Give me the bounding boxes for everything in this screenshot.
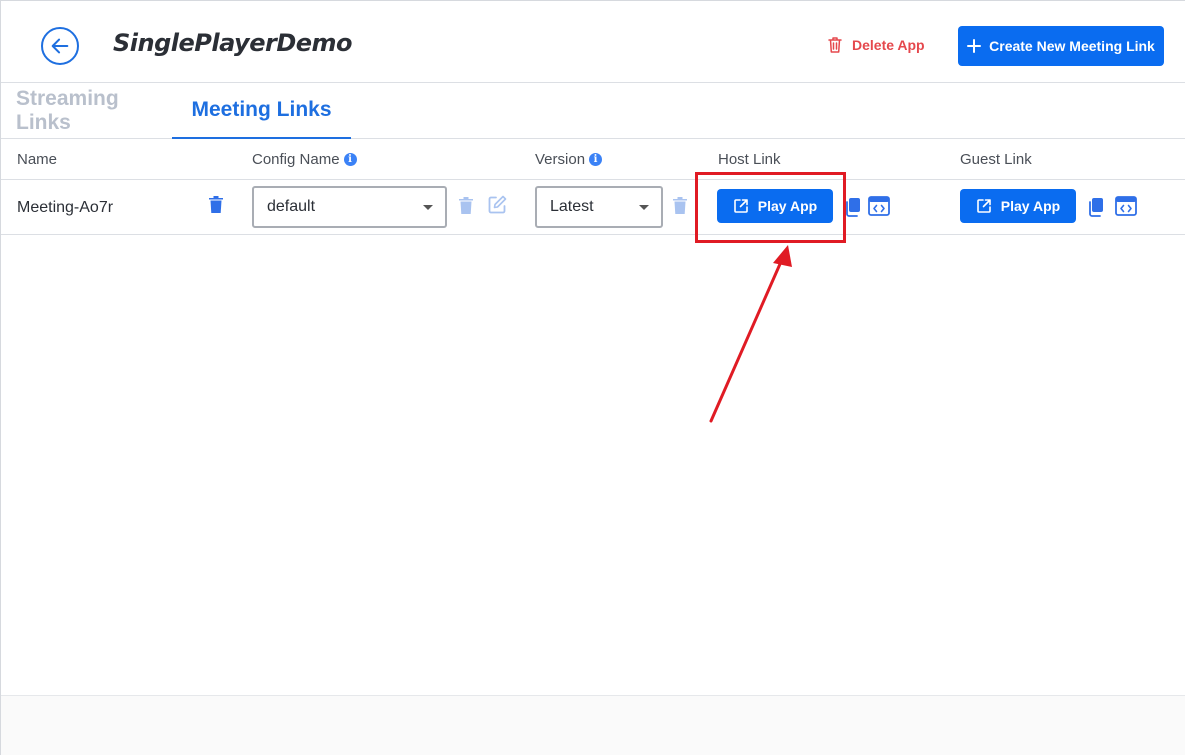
annotation-arrow (709, 245, 792, 423)
app-window: SinglePlayerDemo Delete App Create New M… (0, 0, 1185, 755)
page-footer (1, 695, 1185, 755)
